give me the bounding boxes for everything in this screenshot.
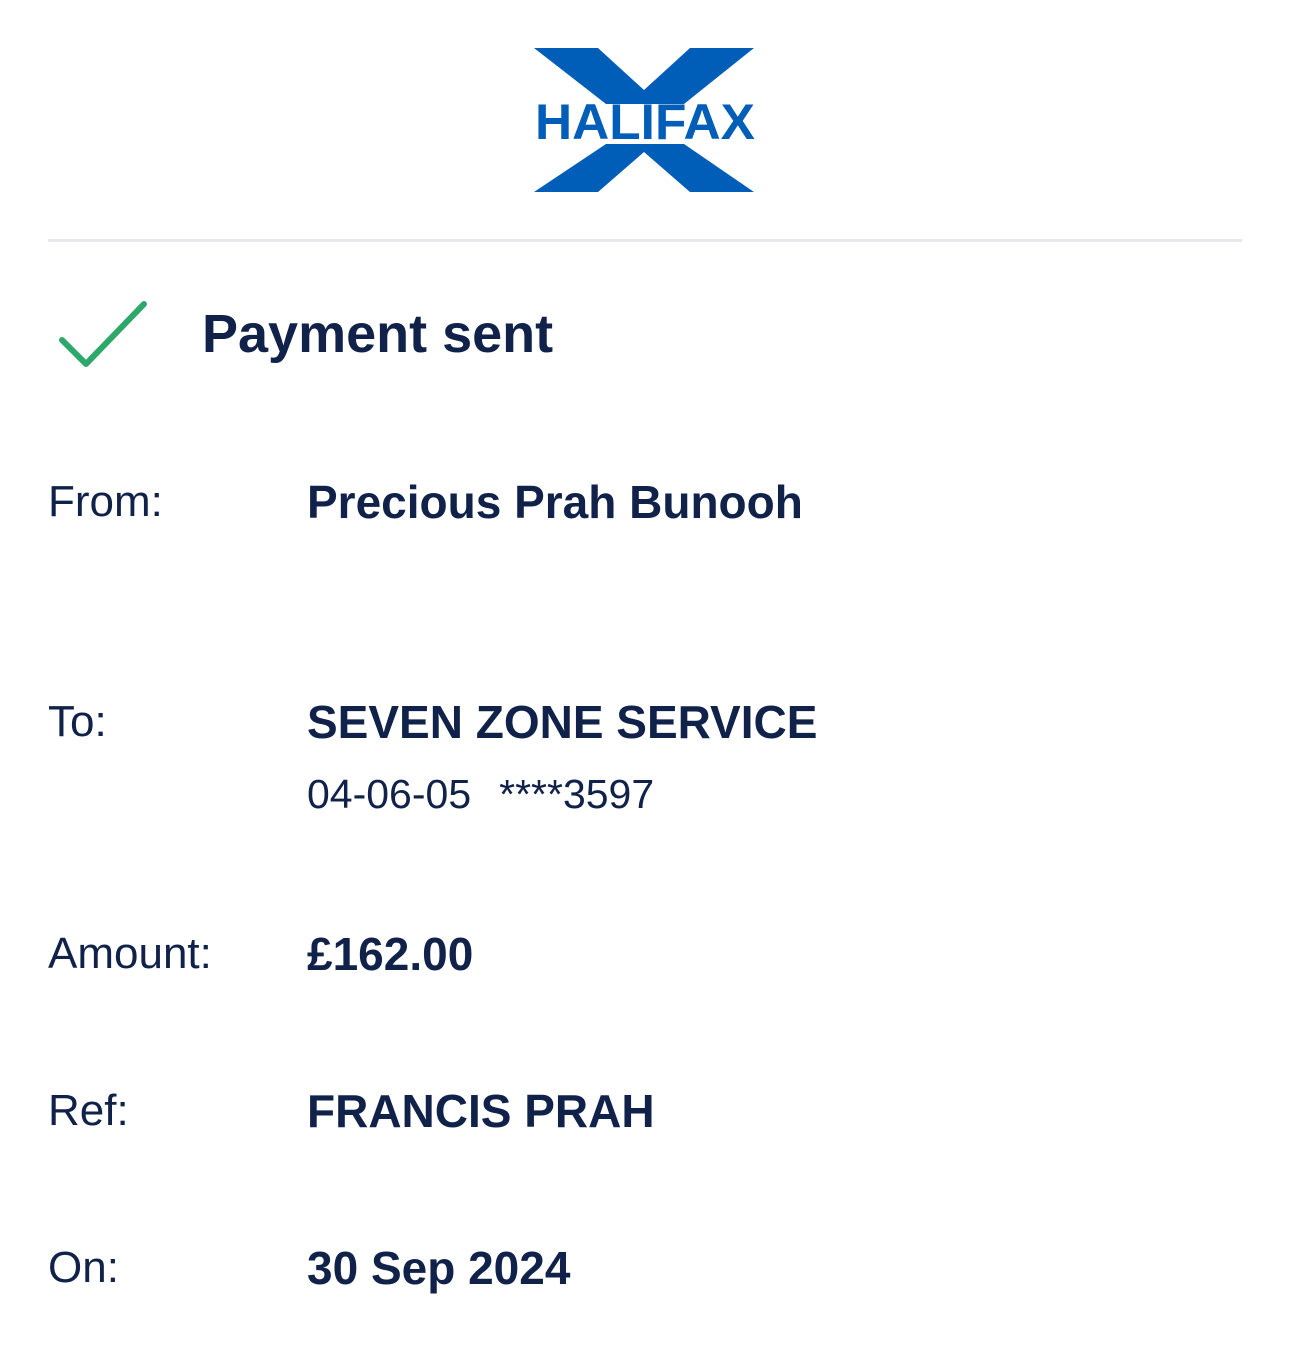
sort-code: 04-06-05 bbox=[307, 771, 472, 817]
halifax-logo: HALIFAX bbox=[534, 48, 755, 192]
account-number: ****3597 bbox=[499, 771, 655, 817]
on-label: On: bbox=[48, 1243, 119, 1292]
halifax-logo-text: HALIFAX bbox=[535, 94, 755, 150]
amount-label: Amount: bbox=[48, 929, 212, 978]
on-value: 30 Sep 2024 bbox=[307, 1242, 571, 1294]
ref-value: FRANCIS PRAH bbox=[307, 1085, 655, 1137]
ref-label: Ref: bbox=[48, 1086, 129, 1135]
to-value: SEVEN ZONE SERVICE bbox=[307, 696, 818, 748]
from-value: Precious Prah Bunooh bbox=[307, 476, 803, 528]
check-icon bbox=[59, 301, 147, 367]
payment-status: Payment sent bbox=[58, 298, 553, 370]
to-account-details: 04-06-05 ****3597 bbox=[307, 768, 654, 820]
amount-value: £162.00 bbox=[307, 928, 474, 980]
to-label: To: bbox=[48, 697, 107, 746]
from-label: From: bbox=[48, 477, 163, 526]
status-title: Payment sent bbox=[202, 304, 554, 364]
header-divider bbox=[48, 239, 1242, 242]
